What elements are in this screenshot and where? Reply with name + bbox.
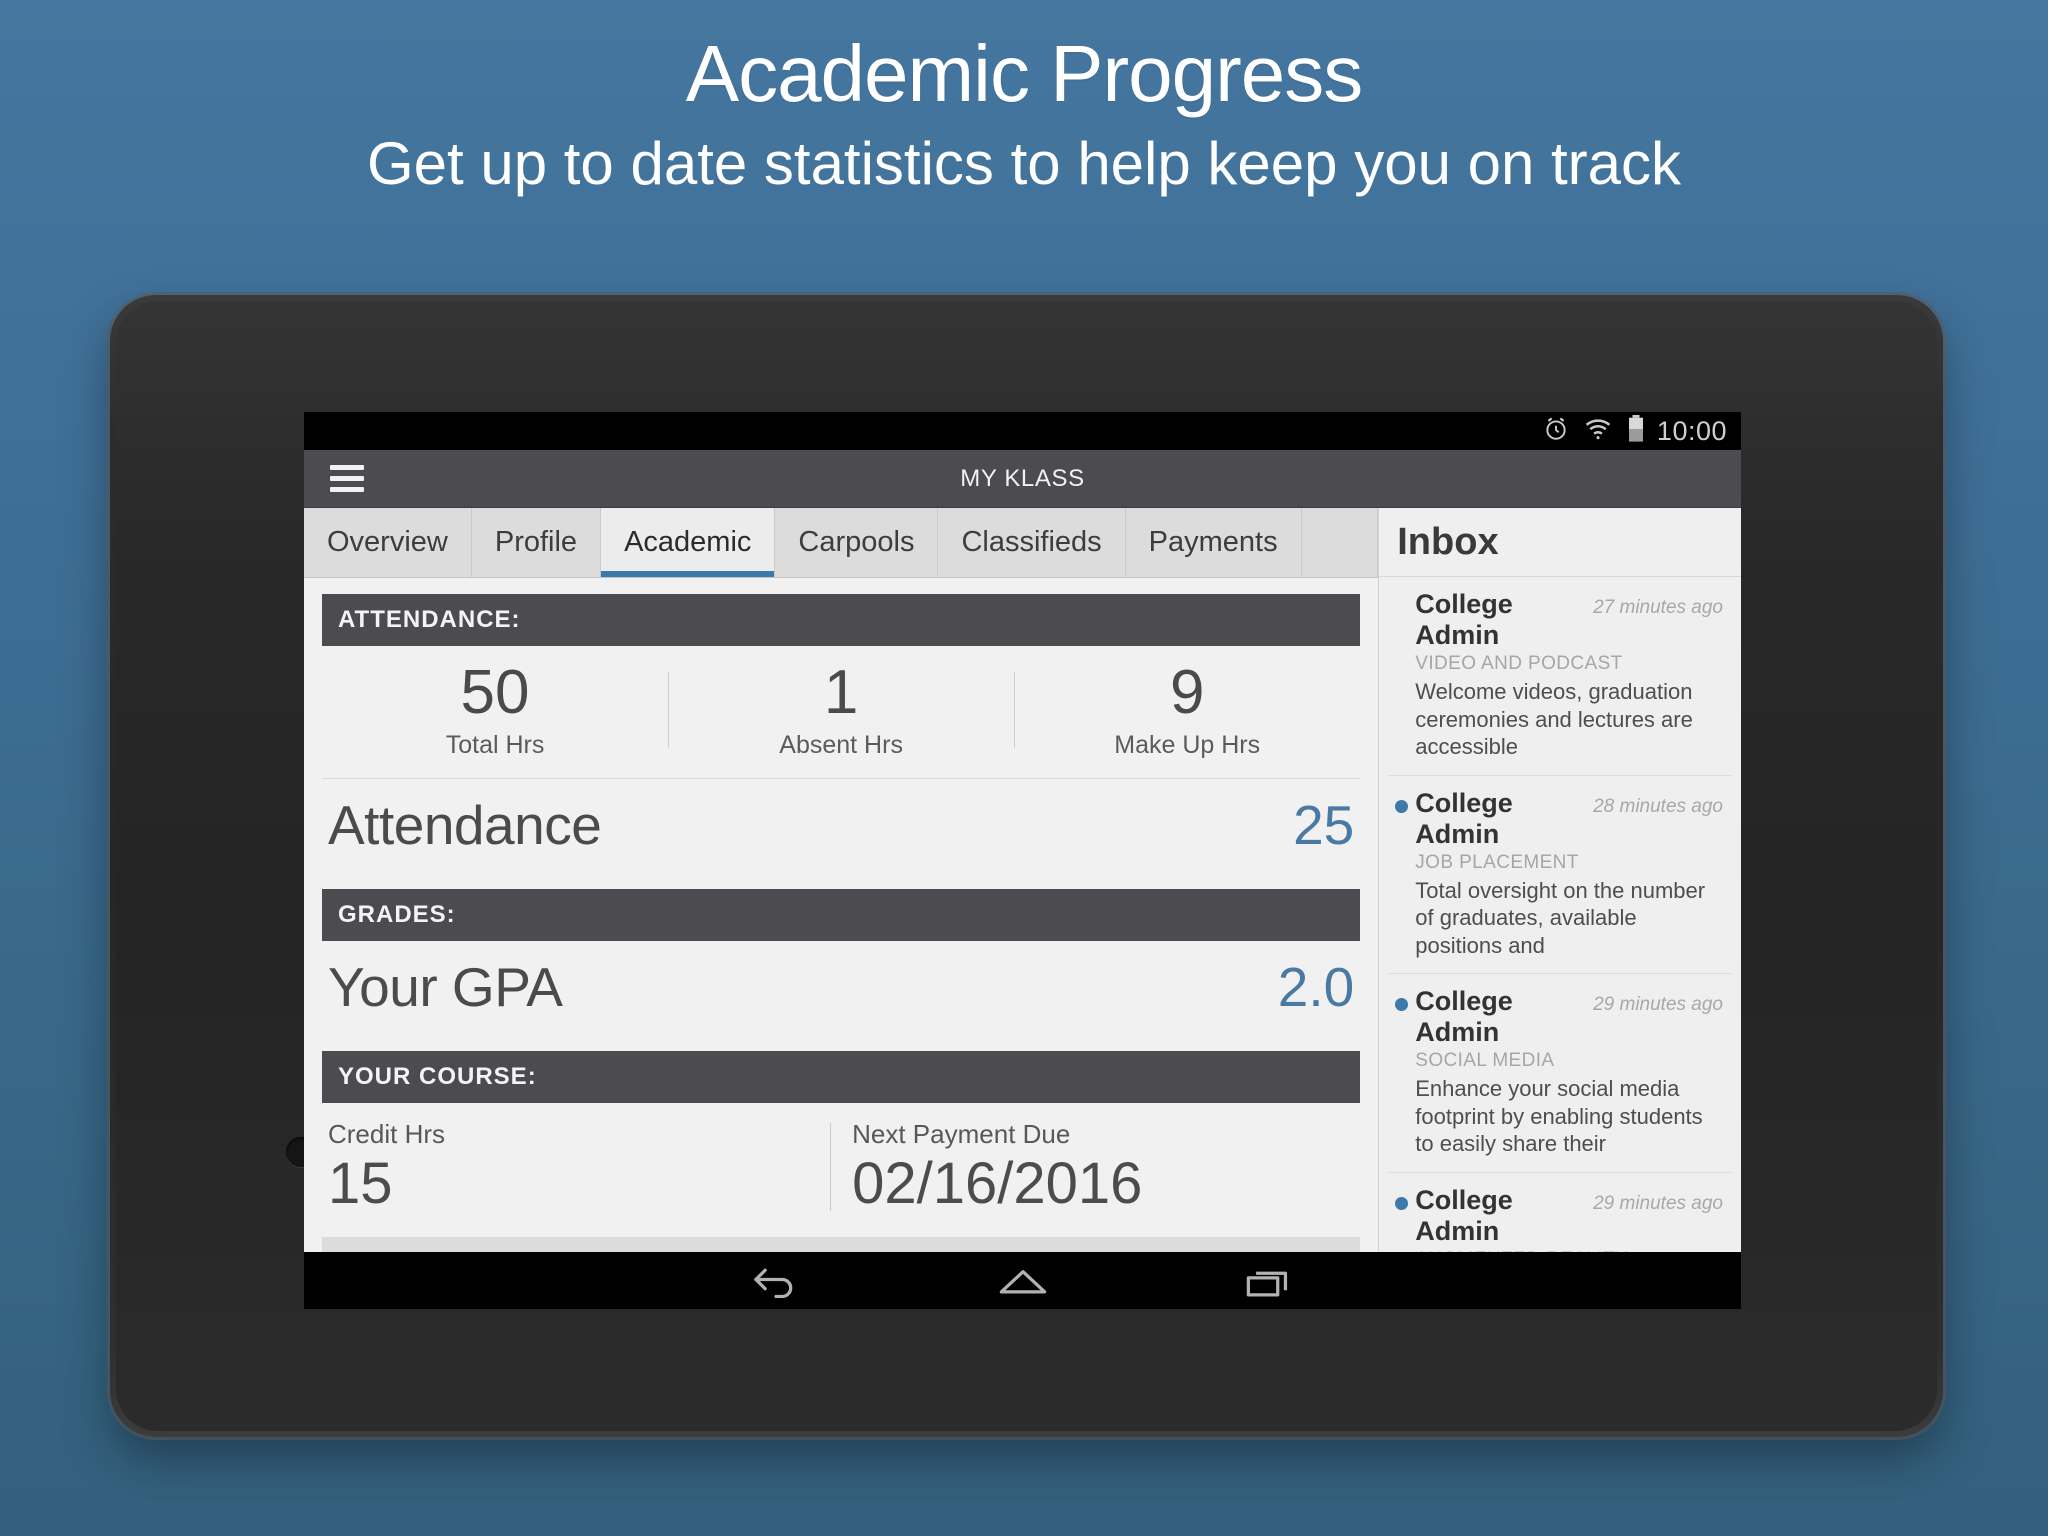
unread-dot-icon [1395, 799, 1409, 813]
tab-label: Academic [624, 526, 752, 558]
gpa-row-label: Your GPA [328, 956, 563, 1019]
tab-label: Classifieds [961, 526, 1102, 558]
page-title: Academic Progress [685, 29, 1364, 118]
stat-absent-hrs: 1 Absent Hrs [668, 660, 1014, 760]
inbox-title: Inbox [1379, 508, 1741, 577]
message-preview: Enhance your social media footprint by e… [1415, 1076, 1703, 1156]
gpa-row[interactable]: Your GPA 2.0 [322, 941, 1361, 1036]
tab-academic[interactable]: Academic [601, 508, 776, 577]
tab-label: Overview [327, 526, 448, 558]
message-subject: VIDEO AND PODCAST [1415, 653, 1623, 674]
message-sender: College Admin [1415, 589, 1513, 650]
stat-label: Absent Hrs [779, 731, 903, 760]
message-timestamp: 29 minutes ago [1593, 994, 1723, 1015]
stat-total-hrs: 50 Total Hrs [322, 660, 668, 760]
attendance-row[interactable]: Attendance 25 [322, 779, 1361, 874]
next-payment-label: Next Payment Due [852, 1119, 1071, 1150]
app-title: MY KLASS [960, 464, 1085, 492]
attendance-row-value: 25 [1293, 794, 1355, 857]
android-status-bar: 10:00 [304, 412, 1741, 450]
message-subject: SOCIAL MEDIA [1415, 1050, 1555, 1071]
list-item[interactable]: College Admin 27 minutes ago VIDEO AND P… [1389, 577, 1731, 776]
wifi-icon [1583, 417, 1613, 446]
tablet-screen: 10:00 MY KLASS Overview Profile Academic… [304, 412, 1741, 1309]
list-item[interactable]: College Admin 28 minutes ago JOB PLACEME… [1389, 776, 1731, 974]
message-preview: Welcome videos, graduation ceremonies an… [1415, 679, 1693, 759]
gpa-row-value: 2.0 [1277, 956, 1355, 1019]
battery-icon [1627, 414, 1645, 448]
next-payment-field: Next Payment Due 02/16/2016 [830, 1119, 1354, 1215]
credit-hrs-field: Credit Hrs 15 [328, 1119, 830, 1215]
tab-classifieds[interactable]: Classifieds [938, 508, 1126, 577]
android-navigation-bar [304, 1252, 1741, 1309]
promo-header: Academic Progress Get up to date statist… [0, 0, 2048, 197]
app-action-bar: MY KLASS [304, 450, 1741, 508]
next-payment-value: 02/16/2016 [852, 1151, 1143, 1217]
stat-value: 50 [460, 658, 530, 727]
message-sender: College Admin [1415, 1184, 1513, 1246]
section-header-your-course: YOUR COURSE: [322, 1051, 1361, 1104]
main-content-pane: Overview Profile Academic Carpools Class… [304, 508, 1379, 1309]
tab-label: Payments [1148, 526, 1278, 558]
page-subtitle: Get up to date statistics to help keep y… [366, 130, 1682, 197]
tab-label: Carpools [798, 526, 915, 558]
tab-overview[interactable]: Overview [304, 508, 472, 577]
section-header-attendance: ATTENDANCE: [322, 594, 1361, 646]
message-timestamp: 27 minutes ago [1593, 597, 1723, 618]
message-timestamp: 29 minutes ago [1593, 1192, 1723, 1214]
attendance-stats: 50 Total Hrs 1 Absent Hrs 9 Make Up Hrs [322, 646, 1361, 780]
course-details: Credit Hrs 15 Next Payment Due 02/16/201… [322, 1103, 1361, 1229]
stat-makeup-hrs: 9 Make Up Hrs [1014, 660, 1360, 760]
stat-label: Total Hrs [445, 731, 545, 760]
attendance-row-label: Attendance [328, 794, 602, 857]
home-icon[interactable] [992, 1261, 1054, 1301]
app-body: Overview Profile Academic Carpools Class… [304, 508, 1741, 1309]
unread-dot-icon [1395, 998, 1409, 1011]
credit-hrs-value: 15 [328, 1151, 393, 1217]
hamburger-menu-icon[interactable] [330, 465, 364, 492]
stat-label: Make Up Hrs [1114, 731, 1261, 760]
academic-content: ATTENDANCE: 50 Total Hrs 1 Absent Hrs 9 … [304, 594, 1378, 1301]
unread-dot-icon [1395, 1196, 1409, 1210]
tab-bar: Overview Profile Academic Carpools Class… [304, 508, 1379, 578]
inbox-pane: Inbox College Admin 27 minutes ago VIDEO… [1378, 508, 1741, 1309]
status-bar-clock: 10:00 [1656, 415, 1727, 446]
message-timestamp: 28 minutes ago [1593, 795, 1723, 817]
message-sender: College Admin [1415, 986, 1513, 1047]
message-subject: JOB PLACEMENT [1415, 851, 1579, 873]
tab-carpools[interactable]: Carpools [775, 508, 939, 577]
tab-label: Profile [494, 526, 578, 558]
recents-icon[interactable] [1239, 1261, 1301, 1301]
tab-payments[interactable]: Payments [1126, 508, 1302, 577]
list-item[interactable]: College Admin 29 minutes ago SOCIAL MEDI… [1389, 974, 1731, 1173]
tab-profile[interactable]: Profile [472, 508, 602, 577]
stat-value: 1 [823, 658, 859, 727]
alarm-icon [1543, 416, 1569, 447]
stat-value: 9 [1169, 658, 1205, 727]
section-header-grades: GRADES: [322, 889, 1361, 942]
message-preview: Total oversight on the number of graduat… [1415, 877, 1706, 958]
credit-hrs-label: Credit Hrs [328, 1119, 446, 1150]
message-sender: College Admin [1415, 787, 1513, 849]
inbox-message-list[interactable]: College Admin 27 minutes ago VIDEO AND P… [1379, 577, 1741, 1309]
tab-bar-filler [1302, 508, 1379, 577]
back-icon[interactable] [745, 1261, 807, 1301]
